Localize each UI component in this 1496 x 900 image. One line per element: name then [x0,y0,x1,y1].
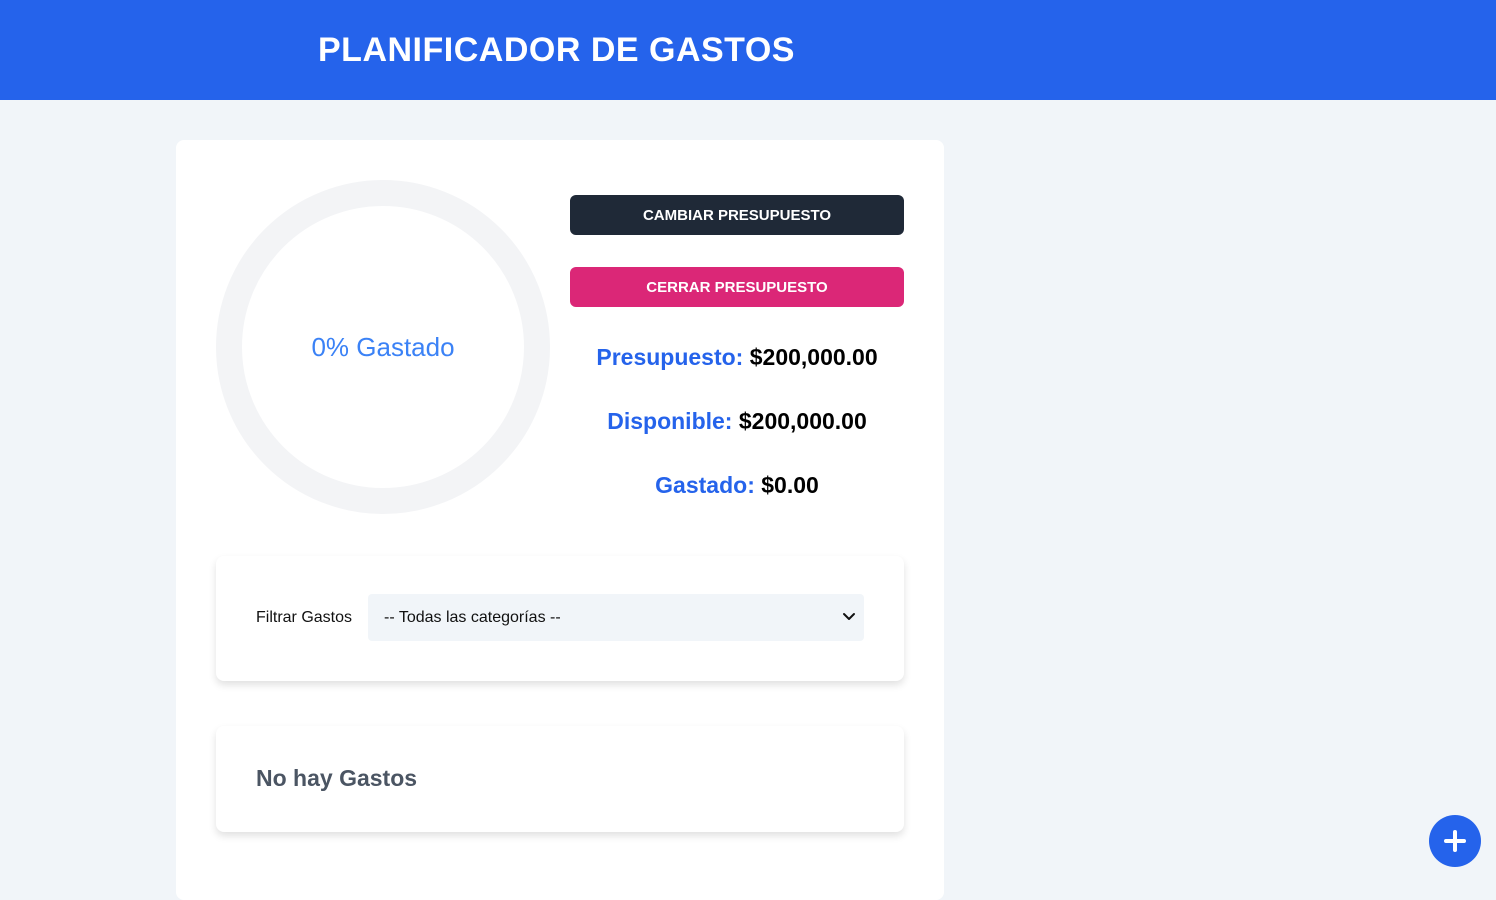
stat-spent-label: Gastado: [655,472,755,498]
stat-available-label: Disponible: [607,408,733,434]
empty-expenses-title: No hay Gastos [256,765,418,791]
app-header: PLANIFICADOR DE GASTOS [0,0,1496,100]
close-budget-button[interactable]: CERRAR PRESUPUESTO [570,267,904,307]
stat-available: Disponible: $200,000.00 [570,406,904,436]
filter-panel: Filtrar Gastos -- Todas las categorías -… [216,556,904,681]
category-filter-value: -- Todas las categorías -- [384,609,561,626]
plus-icon [1444,830,1466,852]
stat-spent: Gastado: $0.00 [570,470,904,500]
change-budget-button[interactable]: CAMBIAR PRESUPUESTO [570,195,904,235]
percent-spent-label: 0% Gastado [311,331,455,362]
category-filter-select[interactable]: -- Todas las categorías -- [368,594,864,641]
stat-budget: Presupuesto: $200,000.00 [570,342,904,372]
stat-budget-label: Presupuesto: [596,344,744,370]
filter-label: Filtrar Gastos [256,609,353,626]
stat-budget-value: $200,000.00 [749,344,878,370]
expense-list: No hay Gastos [216,726,904,832]
add-expense-button[interactable] [1429,815,1481,867]
chevron-down-icon [843,613,855,620]
budget-card: 0% Gastado CAMBIAR PRESUPUESTO CERRAR PR… [176,140,944,900]
stat-available-value: $200,000.00 [738,408,867,434]
stat-spent-value: $0.00 [761,472,819,498]
page-title: PLANIFICADOR DE GASTOS [318,31,795,69]
